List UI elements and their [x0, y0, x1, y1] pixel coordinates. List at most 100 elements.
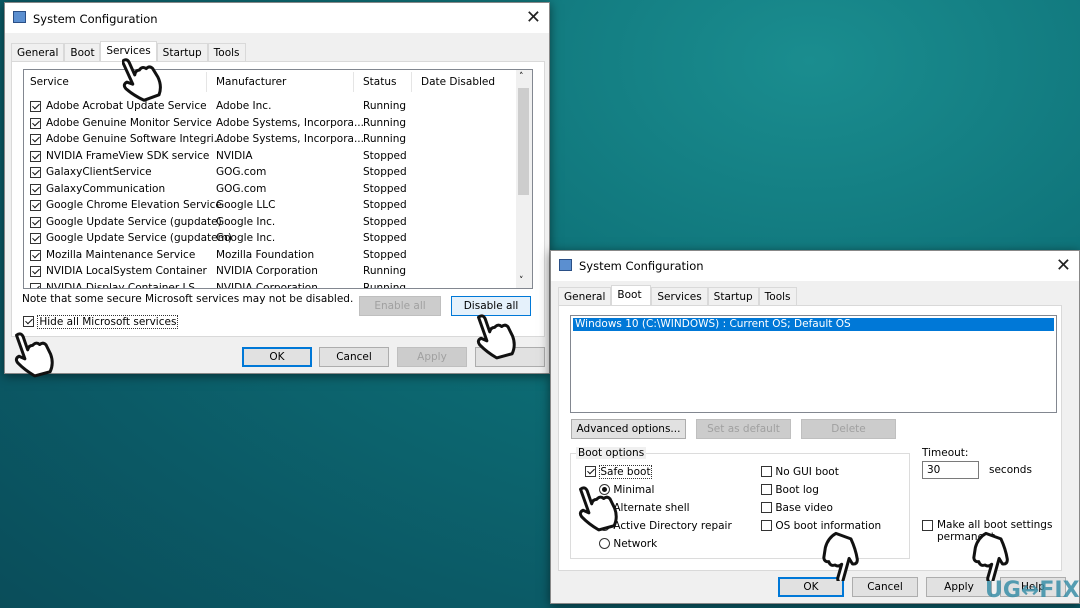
close-icon[interactable]: ✕ [526, 7, 541, 28]
no-gui-boot-checkbox[interactable]: No GUI boot [761, 466, 839, 478]
close-icon[interactable]: ✕ [1056, 255, 1071, 276]
os-list[interactable]: Windows 10 (C:\WINDOWS) : Current OS; De… [570, 315, 1057, 413]
service-manufacturer: Adobe Inc. [216, 100, 272, 112]
tab-services[interactable]: Services [651, 287, 708, 305]
column-status[interactable]: Status [363, 76, 396, 88]
scroll-thumb[interactable] [518, 88, 529, 195]
set-default-button[interactable]: Set as default [696, 419, 791, 439]
scroll-down-icon[interactable]: ˅ [519, 276, 524, 286]
service-status: Running [363, 116, 407, 129]
base-video-checkbox[interactable]: Base video [761, 502, 833, 514]
scroll-up-icon[interactable]: ˄ [519, 72, 524, 82]
tab-bar: General Boot Services Startup Tools [558, 285, 797, 306]
advanced-options-button[interactable]: Advanced options... [571, 419, 686, 439]
network-radio[interactable]: Network [599, 538, 657, 550]
column-manufacturer[interactable]: Manufacturer [216, 76, 286, 88]
service-status: Stopped [363, 166, 407, 178]
service-checkbox[interactable] [30, 117, 41, 129]
scrollbar[interactable]: ˄ ˅ [516, 70, 532, 288]
boot-log-checkbox[interactable]: Boot log [761, 484, 819, 496]
help-button[interactable] [475, 347, 545, 367]
service-checkbox[interactable] [30, 266, 41, 277]
service-status: Running [363, 100, 407, 112]
tab-general[interactable]: General [558, 287, 612, 305]
alternate-shell-radio[interactable]: Alternate shell [599, 502, 690, 514]
boot-options-label: Boot options [576, 447, 647, 459]
service-status: Running [363, 133, 407, 145]
timeout-input[interactable]: 30 [922, 461, 979, 479]
safe-boot-checkbox[interactable]: Safe boot [585, 465, 652, 479]
tab-boot[interactable]: Boot [64, 43, 101, 61]
dialog-title: System Configuration [33, 12, 158, 26]
service-checkbox[interactable] [30, 249, 41, 261]
timeout-label: Timeout: [922, 447, 969, 459]
service-checkbox[interactable] [30, 233, 41, 244]
service-status: Stopped [363, 232, 407, 244]
service-manufacturer: GOG.com [216, 166, 267, 178]
service-manufacturer: Mozilla Foundation [216, 248, 315, 261]
service-manufacturer: Adobe Systems, Incorpora... [216, 116, 364, 129]
tab-startup[interactable]: Startup [156, 43, 208, 61]
service-status: Stopped [363, 248, 407, 261]
service-checkbox[interactable] [30, 101, 41, 112]
service-status: Stopped [363, 215, 407, 228]
delete-button[interactable]: Delete [801, 419, 896, 439]
service-checkbox[interactable] [30, 216, 41, 228]
service-name: Adobe Acrobat Update Service [46, 100, 207, 112]
ok-button[interactable]: OK [778, 577, 844, 597]
service-checkbox[interactable] [30, 282, 41, 288]
checkbox[interactable] [23, 316, 34, 327]
make-permanent-checkbox[interactable]: Make all boot settings permanent [922, 519, 1062, 543]
column-service[interactable]: Service [30, 76, 69, 88]
service-name: Google Update Service (gupdate) [46, 215, 222, 228]
cancel-button[interactable]: Cancel [319, 347, 389, 367]
service-name: NVIDIA Display Container LS [46, 281, 196, 289]
disable-all-button[interactable]: Disable all [451, 296, 531, 316]
hide-ms-services-checkbox[interactable]: Hide all Microsoft services [23, 315, 179, 329]
service-checkbox[interactable] [30, 167, 41, 178]
title-bar: System Configuration ✕ [551, 251, 1079, 281]
app-icon [559, 259, 572, 271]
title-bar: System Configuration ✕ [5, 3, 549, 33]
tab-tools[interactable]: Tools [758, 287, 797, 305]
service-manufacturer: NVIDIA Corporation [216, 265, 318, 277]
enable-all-button[interactable]: Enable all [359, 296, 441, 316]
tab-boot[interactable]: Boot [611, 285, 652, 306]
service-name: GalaxyCommunication [46, 182, 166, 195]
service-status: Stopped [363, 182, 407, 195]
tab-services[interactable]: Services [100, 41, 157, 62]
service-name: NVIDIA FrameView SDK service [46, 149, 210, 162]
apply-button[interactable]: Apply [926, 577, 992, 597]
services-dialog: System Configuration ✕ General Boot Serv… [4, 2, 550, 374]
minimal-radio[interactable]: Minimal [599, 484, 654, 496]
os-entry[interactable]: Windows 10 (C:\WINDOWS) : Current OS; De… [573, 318, 1054, 331]
watermark-logo: UG↔FIX [985, 578, 1080, 603]
service-name: Adobe Genuine Software Integri... [46, 133, 224, 145]
os-boot-info-checkbox[interactable]: OS boot information [761, 520, 881, 532]
note-text: Note that some secure Microsoft services… [22, 293, 354, 305]
service-checkbox[interactable] [30, 150, 41, 162]
seconds-label: seconds [989, 464, 1032, 476]
service-manufacturer: Adobe Systems, Incorpora... [216, 133, 364, 145]
tab-tools[interactable]: Tools [207, 43, 246, 61]
cancel-button[interactable]: Cancel [852, 577, 918, 597]
service-name: Mozilla Maintenance Service [46, 248, 196, 261]
service-name: GalaxyClientService [46, 166, 152, 178]
tab-general[interactable]: General [11, 43, 65, 61]
dialog-title: System Configuration [579, 259, 704, 273]
service-name: Adobe Genuine Monitor Service [46, 116, 212, 129]
service-name: Google Chrome Elevation Service [46, 199, 222, 211]
service-checkbox[interactable] [30, 134, 41, 145]
service-checkbox[interactable] [30, 200, 41, 211]
service-manufacturer: Google Inc. [216, 232, 276, 244]
column-date-disabled[interactable]: Date Disabled [421, 76, 495, 88]
ad-repair-radio[interactable]: Active Directory repair [599, 520, 732, 532]
services-list[interactable]: Service Manufacturer Status Date Disable… [23, 69, 533, 289]
tab-bar: General Boot Services Startup Tools [11, 41, 246, 62]
apply-button[interactable]: Apply [397, 347, 467, 367]
service-status: Stopped [363, 199, 407, 211]
service-status: Stopped [363, 149, 407, 162]
service-checkbox[interactable] [30, 183, 41, 195]
ok-button[interactable]: OK [242, 347, 312, 367]
tab-startup[interactable]: Startup [707, 287, 759, 305]
